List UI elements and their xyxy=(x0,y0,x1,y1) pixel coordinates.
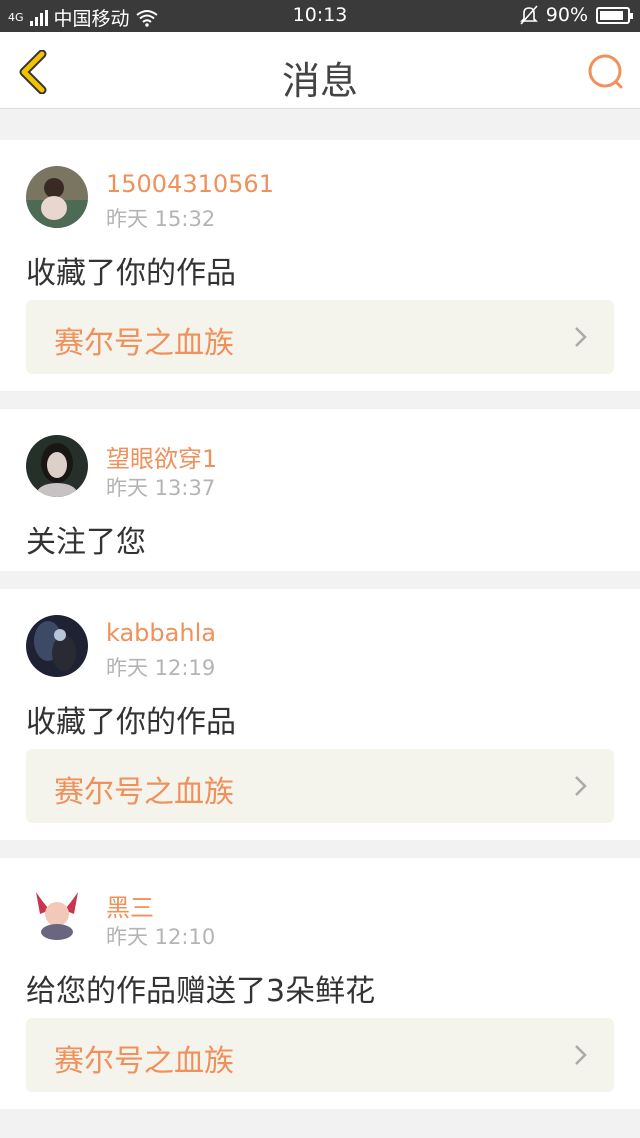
username[interactable]: 15004310561 xyxy=(106,170,274,198)
message-text: 给您的作品赠送了3朵鲜花 xyxy=(26,974,376,1009)
message-time: 昨天 12:10 xyxy=(106,925,216,949)
avatar[interactable] xyxy=(26,435,88,497)
battery-percent: 90% xyxy=(545,4,588,26)
status-bar: 4G 中国移动 10:13 90% xyxy=(0,0,640,32)
work-title: 赛尔号之血族 xyxy=(54,326,234,361)
message-time: 昨天 15:32 xyxy=(106,207,216,231)
message-card: 望眼欲穿1 昨天 13:37 关注了您 xyxy=(0,409,640,571)
nav-bar: 消息 xyxy=(0,32,640,109)
page-title: 消息 xyxy=(281,59,358,103)
chevron-right-icon xyxy=(575,327,587,347)
username[interactable]: 黑三 xyxy=(106,888,154,923)
avatar[interactable] xyxy=(26,884,88,946)
avatar[interactable] xyxy=(26,166,88,228)
status-right: 90% xyxy=(519,4,633,26)
message-text: 收藏了你的作品 xyxy=(26,256,236,291)
username[interactable]: 望眼欲穿1 xyxy=(106,439,217,474)
battery-icon xyxy=(596,6,633,24)
alarm-off-icon xyxy=(519,5,538,25)
message-text: 关注了您 xyxy=(26,525,146,560)
message-card: 黑三 昨天 12:10 给您的作品赠送了3朵鲜花 赛尔号之血族 xyxy=(0,858,640,1109)
message-card: kabbahla 昨天 12:19 收藏了你的作品 赛尔号之血族 xyxy=(0,589,640,840)
work-title: 赛尔号之血族 xyxy=(54,1044,234,1079)
work-link[interactable]: 赛尔号之血族 xyxy=(26,300,614,374)
avatar[interactable] xyxy=(26,615,88,677)
message-text: 收藏了你的作品 xyxy=(26,705,236,740)
message-list: 15004310561 昨天 15:32 收藏了你的作品 赛尔号之血族 望眼欲穿… xyxy=(0,122,640,1127)
username[interactable]: kabbahla xyxy=(106,619,216,647)
message-time: 昨天 12:19 xyxy=(106,656,216,680)
work-title: 赛尔号之血族 xyxy=(54,775,234,810)
chevron-right-icon xyxy=(575,776,587,796)
message-card: 15004310561 昨天 15:32 收藏了你的作品 赛尔号之血族 xyxy=(0,140,640,391)
message-time: 昨天 13:37 xyxy=(106,476,216,500)
search-button[interactable] xyxy=(586,52,626,92)
chevron-right-icon xyxy=(575,1045,587,1065)
work-link[interactable]: 赛尔号之血族 xyxy=(26,749,614,823)
work-link[interactable]: 赛尔号之血族 xyxy=(26,1018,614,1092)
